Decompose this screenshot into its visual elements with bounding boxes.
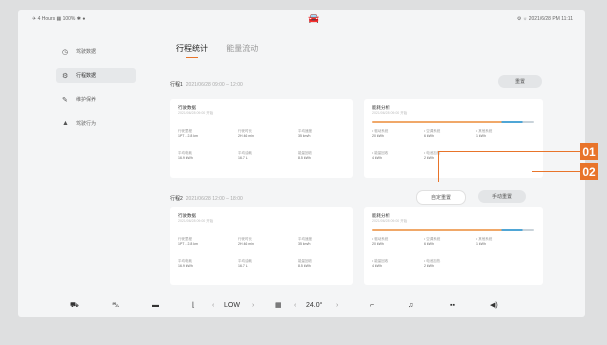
stat-cell: 能量回收 8.5 kWh — [298, 151, 312, 160]
temp-decrease-button[interactable]: ‹ — [294, 302, 296, 309]
tab-energy-flow[interactable]: 能量流动 — [226, 43, 258, 58]
seat-heat-icon[interactable]: ⌊ — [192, 301, 195, 309]
music-icon[interactable]: ♫ — [408, 302, 413, 309]
stat-cell: 平均电耗 16.9 kWh — [178, 151, 193, 160]
card-subheader: 2021/06/28 09:00 开始 — [178, 219, 214, 223]
reset-button[interactable]: 重置 — [498, 75, 542, 88]
seat-icon[interactable]: ▬ — [152, 302, 159, 309]
card-subheader: 2021/06/28 09:00 开始 — [372, 219, 408, 223]
car-icon: ▲ — [62, 120, 69, 127]
seat-adjust-icon[interactable]: ⌐ — [370, 302, 374, 309]
apps-grid-icon[interactable]: ▪▪ — [450, 302, 455, 309]
energy-cell: • 空调系统 6 kWh — [424, 237, 441, 246]
energy-cell: • 其他系统 1 kWh — [476, 237, 493, 246]
trip1-driving-card: 行驶数据 2021/06/28 09:00 开始 行驶里程 1PT - 2.8 k… — [170, 99, 353, 178]
callout-01-badge: 01 — [580, 143, 598, 160]
sidebar-item-label: 驾驶数据 — [76, 49, 97, 55]
temp-increase-button[interactable]: › — [336, 302, 338, 309]
trip1-subtitle: 2021/06/28 09:00 – 12:00 — [185, 82, 243, 88]
sidebar-item-label: 驾驶行为 — [76, 121, 97, 127]
sidebar-item-label: 行程数据 — [76, 73, 97, 79]
energy-progress-bar — [372, 121, 534, 123]
trip1-energy-card: 能耗分析 2021/06/28 09:00 开始 • 驱动系统 20 kWh • … — [364, 99, 543, 178]
callout-01-line-vertical — [438, 151, 439, 182]
trip2-energy-card: 能耗分析 2021/06/28 09:00 开始 • 驱动系统 20 kWh • … — [364, 207, 543, 285]
stat-cell: 平均速度 35 km/h — [298, 237, 312, 246]
trip2-driving-card: 行驶数据 2021/06/28 09:00 开始 行驶里程 1PT - 2.8 k… — [170, 207, 353, 285]
callout-02-line — [532, 171, 580, 172]
fan-increase-button[interactable]: › — [252, 302, 254, 309]
energy-progress-bar — [372, 229, 534, 231]
active-tab-indicator — [186, 57, 198, 58]
callout-02-badge: 02 — [580, 163, 598, 180]
vehicle-icon[interactable]: ⛍ — [112, 301, 119, 310]
trip2-title: 行程2 — [170, 196, 183, 202]
trip1-title: 行程1 — [170, 82, 183, 88]
status-left: ✈ 4 Hours ▦ 100% ✱ ● — [32, 16, 86, 22]
card-subheader: 2021/06/28 09:00 开始 — [178, 111, 214, 115]
bottom-dock: ⛟ ⛍ ▬ ⌊ ‹ LOW › ▦ ‹ 24.0° › ⌐ ♫ ▪▪ ◀) — [70, 295, 585, 315]
trip1-header: 行程1 2021/06/28 09:00 – 12:00 — [170, 81, 243, 88]
callout-01-line-horizontal — [438, 151, 580, 152]
sidebar-item-maintenance[interactable]: ✎ 维护保养 — [56, 92, 136, 107]
wrench-icon: ✎ — [62, 96, 68, 104]
car-display: ✈ 4 Hours ▦ 100% ✱ ● 🚘 ⚙ ☼ 2021/6/28 PM … — [18, 10, 585, 317]
stat-cell: 行驶里程 1PT - 2.8 km — [178, 129, 198, 138]
energy-cell: • 能量回收 4 kWh — [372, 151, 389, 160]
clock-icon: ◷ — [62, 48, 69, 56]
stat-cell: 平均油耗 16.7 L — [238, 151, 252, 160]
stat-cell: 能量回收 8.5 kWh — [298, 259, 312, 268]
manual-reset-button[interactable]: 手动重置 — [478, 190, 526, 203]
sidebar-item-label: 维护保养 — [76, 97, 97, 103]
sidebar-item-driving-data[interactable]: ◷ 驾驶数据 — [56, 44, 136, 59]
energy-cell: • 电池加热 2 kWh — [424, 259, 441, 268]
energy-cell: • 能量回收 4 kWh — [372, 259, 389, 268]
volume-icon[interactable]: ◀) — [490, 301, 498, 309]
temperature: 24.0° — [306, 301, 323, 309]
sidebar-item-behavior[interactable]: ▲ 驾驶行为 — [56, 116, 136, 131]
stat-cell: 行驶时长 2H 46 min — [238, 237, 254, 246]
status-bar: ✈ 4 Hours ▦ 100% ✱ ● 🚘 ⚙ ☼ 2021/6/28 PM … — [18, 10, 585, 27]
trip2-subtitle: 2021/06/28 12:00 – 18:00 — [185, 196, 243, 202]
stat-cell: 平均油耗 16.7 L — [238, 259, 252, 268]
tab-trip-stats[interactable]: 行程统计 — [176, 43, 208, 58]
sidebar-item-trip-data[interactable]: ⚙ 行程数据 — [56, 68, 136, 83]
fan-level: LOW — [224, 301, 240, 309]
status-right: ⚙ ☼ 2021/6/28 PM 11:11 — [516, 16, 573, 22]
card-subheader: 2021/06/28 09:00 开始 — [372, 111, 408, 115]
energy-cell: • 空调系统 6 kWh — [424, 129, 441, 138]
fan-decrease-button[interactable]: ‹ — [212, 302, 214, 309]
energy-cell: • 其他系统 1 kWh — [476, 129, 493, 138]
stat-cell: 行驶里程 1PT - 2.8 km — [178, 237, 198, 246]
auto-reset-button[interactable]: 自定重置 — [416, 190, 466, 205]
stat-cell: 平均速度 35 km/h — [298, 129, 312, 138]
fan-icon[interactable]: ▦ — [275, 301, 282, 309]
gear-icon: ⚙ — [62, 72, 69, 80]
energy-cell: • 驱动系统 20 kWh — [372, 129, 389, 138]
sidebar: ◷ 驾驶数据 ⚙ 行程数据 ✎ 维护保养 ▲ 驾驶行为 — [56, 44, 136, 140]
energy-cell: • 驱动系统 20 kWh — [372, 237, 389, 246]
car-icon[interactable]: ⛟ — [70, 301, 79, 310]
stat-cell: 平均电耗 16.9 kWh — [178, 259, 193, 268]
car-icon: 🚘 — [308, 13, 320, 23]
tab-bar: 行程统计 能量流动 — [176, 43, 274, 58]
stat-cell: 行驶时长 2H 46 min — [238, 129, 254, 138]
trip2-header: 行程2 2021/06/28 12:00 – 18:00 — [170, 195, 243, 202]
